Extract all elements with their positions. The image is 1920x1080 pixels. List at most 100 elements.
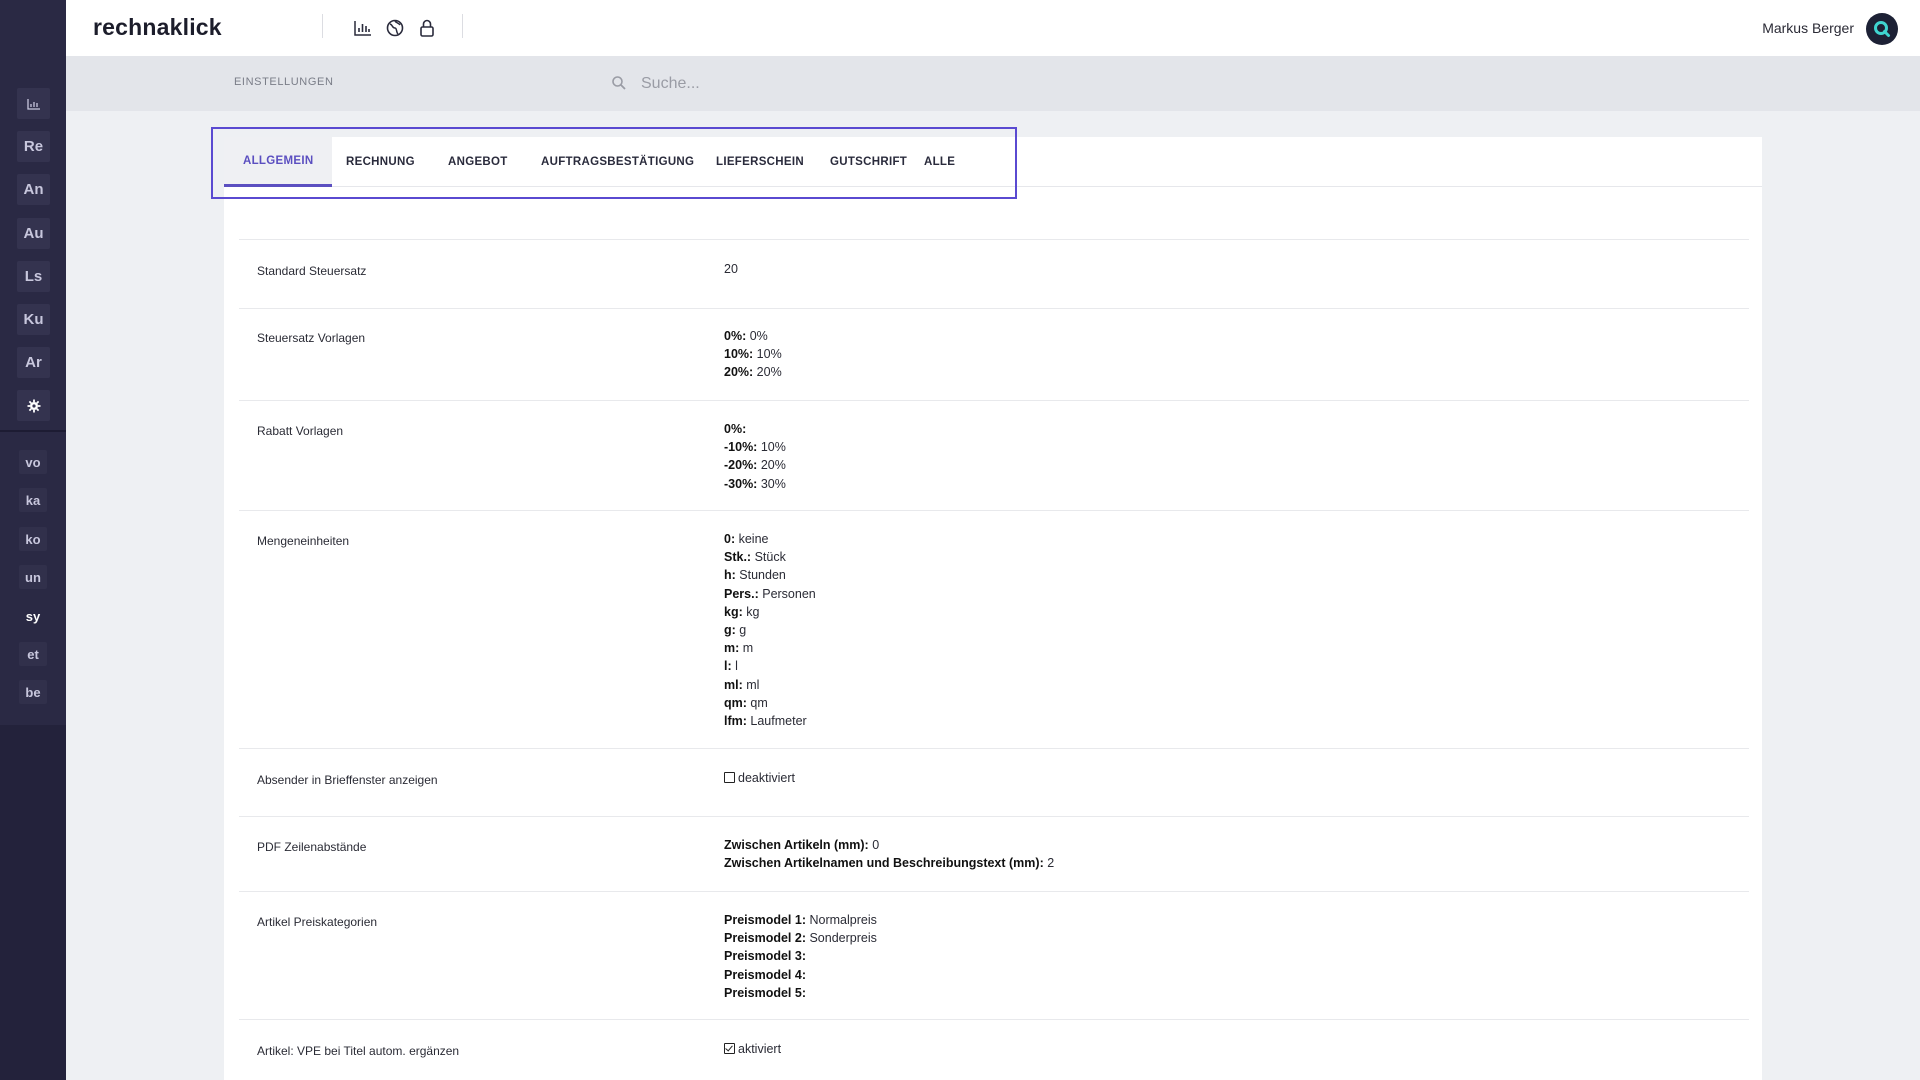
settings-row: Artikel: VPE bei Titel autom. ergänzen a… xyxy=(239,1020,1749,1080)
list-item: -10%: 10% xyxy=(724,440,786,455)
sidebar-item-un[interactable]: un xyxy=(19,565,47,589)
list-item: lfm: Laufmeter xyxy=(724,714,807,729)
settings-card: ALLGEMEIN RECHNUNG ANGEBOT AUFTRAGSBESTÄ… xyxy=(224,137,1762,1080)
tab-angebot[interactable]: ANGEBOT xyxy=(429,137,527,187)
setting-value: 20 xyxy=(724,262,738,276)
sidebar-divider xyxy=(0,430,66,432)
settings-row: Artikel Preiskategorien Preismodel 1: No… xyxy=(239,892,1749,1020)
lock-icon[interactable] xyxy=(416,17,438,39)
list-item: g: g xyxy=(724,623,747,638)
settings-list: Standard Steuersatz 20 Steuersatz Vorlag… xyxy=(239,239,1749,1080)
setting-value-list: Zwischen Artikeln (mm): 0 Zwischen Artik… xyxy=(724,836,1054,872)
setting-checkbox-value[interactable]: deaktiviert xyxy=(724,769,795,787)
setting-label: Mengeneinheiten xyxy=(257,534,350,548)
sidebar-item-ar[interactable]: Ar xyxy=(17,347,50,378)
list-item: Preismodel 3: xyxy=(724,949,806,964)
list-item: Preismodel 5: xyxy=(724,985,806,1000)
list-item: -30%: 30% xyxy=(724,476,786,491)
list-item: h: Stunden xyxy=(724,568,786,583)
setting-value-list: 0: keine Stk.: Stück h: Stunden Pers.: P… xyxy=(724,530,816,730)
sidebar-item-label: Ar xyxy=(25,354,42,371)
list-item: Zwischen Artikeln (mm): 0 xyxy=(724,838,880,852)
list-item: 0%: 0% xyxy=(724,329,768,343)
chart-icon xyxy=(26,98,41,110)
list-item: 20%: 20% xyxy=(724,365,782,380)
settings-row: Mengeneinheiten 0: keine Stk.: Stück h: … xyxy=(239,511,1749,749)
sidebar-item-label: un xyxy=(25,569,41,585)
setting-checkbox-value[interactable]: aktiviert xyxy=(724,1040,781,1058)
sidebar-item-label: vo xyxy=(25,454,41,470)
gear-icon xyxy=(27,399,41,413)
list-item: -20%: 20% xyxy=(724,458,786,473)
list-item: Preismodel 4: xyxy=(724,967,806,982)
sidebar-item-re[interactable]: Re xyxy=(17,131,50,162)
sidebar-item-label: Au xyxy=(23,225,44,242)
tab-rechnung[interactable]: RECHNUNG xyxy=(327,137,434,187)
sidebar-item-ka[interactable]: ka xyxy=(19,488,47,512)
list-item: qm: qm xyxy=(724,695,768,710)
list-item: l: l xyxy=(724,659,738,674)
globe-icon[interactable] xyxy=(384,17,406,39)
tab-lieferschein[interactable]: LIEFERSCHEIN xyxy=(697,137,823,187)
sidebar-item-be[interactable]: be xyxy=(19,680,47,704)
sidebar-item-ku[interactable]: Ku xyxy=(17,304,50,335)
sidebar-item-an[interactable]: An xyxy=(17,174,50,205)
sidebar-item-label: sy xyxy=(25,608,41,624)
sidebar-item-label: ka xyxy=(25,492,41,508)
sidebar-item-label: be xyxy=(25,684,41,700)
list-item: Preismodel 1: Normalpreis xyxy=(724,913,877,927)
list-item: m: m xyxy=(724,641,754,656)
list-item: Pers.: Personen xyxy=(724,586,816,601)
sidebar-item-label: et xyxy=(27,646,39,662)
sidebar-item-sy[interactable]: sy xyxy=(19,604,47,628)
settings-row: Standard Steuersatz 20 xyxy=(239,240,1749,309)
user-name[interactable]: Markus Berger xyxy=(1762,20,1854,36)
search-icon xyxy=(611,75,627,91)
top-divider xyxy=(322,14,323,38)
setting-label: Standard Steuersatz xyxy=(257,264,367,278)
top-bar: rechnaklick Markus Berger xyxy=(66,0,1920,56)
settings-row: PDF Zeilenabstände Zwischen Artikeln (mm… xyxy=(239,817,1749,892)
settings-row: Rabatt Vorlagen 0%: -10%: 10% -20%: 20% … xyxy=(239,401,1749,511)
tab-bar: ALLGEMEIN RECHNUNG ANGEBOT AUFTRAGSBESTÄ… xyxy=(224,137,1762,187)
sidebar-item-au[interactable]: Au xyxy=(17,218,50,249)
setting-label: PDF Zeilenabstände xyxy=(257,840,367,854)
sidebar-item-label: Ls xyxy=(24,268,43,285)
checkbox-label: aktiviert xyxy=(738,1042,782,1056)
setting-value-list: 0%: -10%: 10% -20%: 20% -30%: 30% xyxy=(724,420,786,493)
checkbox-unchecked-icon[interactable] xyxy=(724,772,735,783)
app-logo[interactable]: rechnaklick xyxy=(93,14,222,41)
sidebar-item-label: ko xyxy=(25,531,41,547)
list-item: 10%: 10% xyxy=(724,347,782,362)
sub-bar: EINSTELLUNGEN xyxy=(66,56,1920,111)
sidebar-item-dashboard[interactable] xyxy=(17,88,50,119)
sidebar-item-label: An xyxy=(23,181,44,198)
tab-allgemein[interactable]: ALLGEMEIN xyxy=(224,137,333,187)
sidebar-item-vo[interactable]: vo xyxy=(19,450,47,474)
list-item: Preismodel 2: Sonderpreis xyxy=(724,931,877,946)
tab-alle[interactable]: ALLE xyxy=(905,137,974,187)
sidebar-item-ls[interactable]: Ls xyxy=(17,261,50,292)
avatar[interactable] xyxy=(1866,13,1898,45)
checkbox-checked-icon[interactable] xyxy=(724,1043,735,1054)
setting-label: Absender in Brieffenster anzeigen xyxy=(257,773,438,787)
sidebar-item-et[interactable]: et xyxy=(19,642,47,666)
list-item: ml: ml xyxy=(724,677,760,692)
setting-value-list: Preismodel 1: Normalpreis Preismodel 2: … xyxy=(724,911,877,1002)
setting-label: Rabatt Vorlagen xyxy=(257,424,344,438)
statistics-icon[interactable] xyxy=(352,17,374,39)
tab-auftragsbestaetigung[interactable]: AUFTRAGSBESTÄTIGUNG xyxy=(522,137,713,187)
list-item: kg: kg xyxy=(724,604,760,619)
settings-row: Absender in Brieffenster anzeigen deakti… xyxy=(239,749,1749,817)
sidebar-item-label: Ku xyxy=(23,311,44,328)
checkbox-label: deaktiviert xyxy=(738,771,795,785)
list-item: 0%: xyxy=(724,422,747,436)
search-input[interactable] xyxy=(641,69,1041,99)
breadcrumb: EINSTELLUNGEN xyxy=(234,76,334,88)
settings-row: Steuersatz Vorlagen 0%: 0% 10%: 10% 20%:… xyxy=(239,309,1749,401)
sidebar-item-settings[interactable] xyxy=(17,390,50,421)
setting-label: Steuersatz Vorlagen xyxy=(257,331,366,345)
sidebar: Re An Au Ls Ku Ar vo ka ko un sy et be xyxy=(0,0,66,1080)
setting-label: Artikel Preiskategorien xyxy=(257,915,378,929)
sidebar-item-ko[interactable]: ko xyxy=(19,527,47,551)
